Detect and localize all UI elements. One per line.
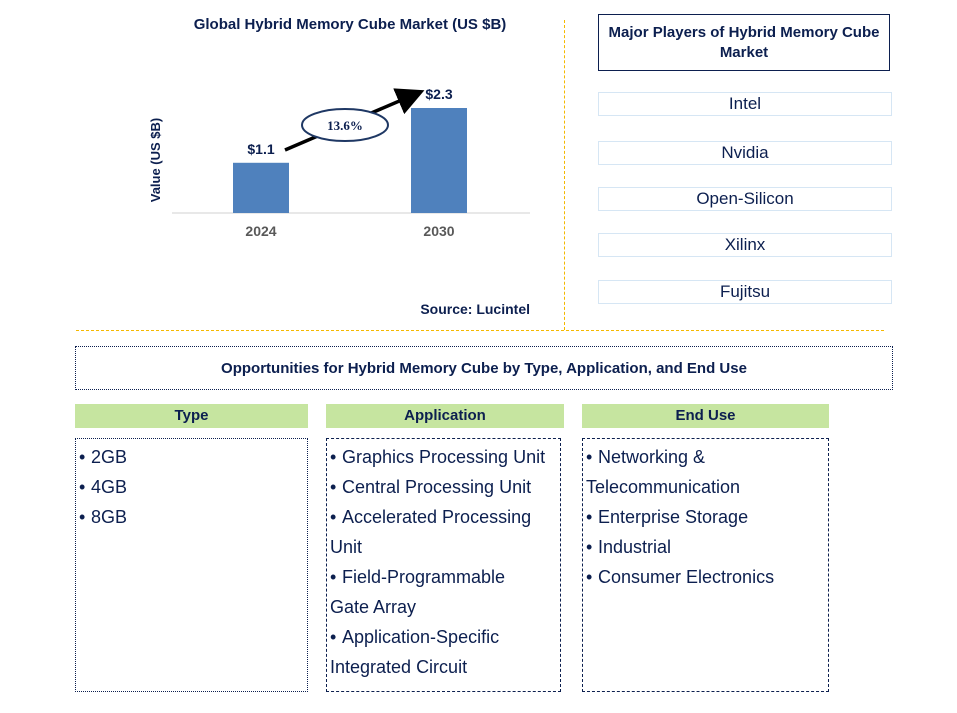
list-item: • Graphics Processing Unit <box>330 442 560 472</box>
x-tick-label: 2030 <box>423 223 454 239</box>
x-tick-label: 2024 <box>245 223 276 239</box>
list-item: Unit <box>330 537 363 557</box>
data-label: $2.3 <box>425 86 452 102</box>
column-list-type: • 2GB • 4GB • 8GB <box>75 438 308 692</box>
bullet-icon: • <box>586 447 593 467</box>
bullet-icon: • <box>330 627 337 647</box>
list-item: • Industrial <box>586 532 828 562</box>
bar-chart: Value (US $B) $1.1 2024 $2.3 2030 13.6% <box>148 86 530 239</box>
source-label: Source: Lucintel <box>420 301 530 317</box>
player-xilinx: Xilinx <box>598 233 892 257</box>
chart-title: Global Hybrid Memory Cube Market (US $B) <box>193 16 507 33</box>
list-item: • Consumer Electronics <box>586 562 828 592</box>
player-nvidia: Nvidia <box>598 141 892 165</box>
column-header-end-use: End Use <box>582 404 829 428</box>
vertical-divider <box>564 20 565 330</box>
horizontal-divider <box>76 330 884 331</box>
list-item: • Central Processing Unit <box>330 472 560 502</box>
column-list-end-use: • Networking & Telecommunication • Enterpris… <box>582 438 829 692</box>
list-item: Gate Array <box>330 597 417 617</box>
player-fujitsu: Fujitsu <box>598 280 892 304</box>
list-item: • Networking & <box>586 442 828 472</box>
list-item: Integrated Circuit <box>330 657 468 677</box>
list-item: • 8GB <box>79 502 307 532</box>
bullet-icon: • <box>79 507 86 527</box>
opportunities-title: Opportunities for Hybrid Memory Cube by … <box>75 346 893 390</box>
list-item: • Application-Specific <box>330 622 560 652</box>
bullet-icon: • <box>330 477 337 497</box>
column-header-type: Type <box>75 404 308 428</box>
y-axis-label: Value (US $B) <box>148 118 163 203</box>
column-header-application: Application <box>326 404 564 428</box>
bullet-icon: • <box>330 447 337 467</box>
bar-2024 <box>233 162 289 213</box>
list-item: • 4GB <box>79 472 307 502</box>
bullet-icon: • <box>79 477 86 497</box>
list-item: • Enterprise Storage <box>586 502 828 532</box>
list-item: Telecommunication <box>586 477 741 497</box>
bullet-icon: • <box>586 537 593 557</box>
bullet-icon: • <box>586 507 593 527</box>
players-title: Major Players of Hybrid Memory Cube Mark… <box>598 14 890 71</box>
list-item: • 2GB <box>79 442 307 472</box>
player-open-silicon: Open-Silicon <box>598 187 892 211</box>
player-intel: Intel <box>598 92 892 116</box>
list-item: • Field-Programmable <box>330 562 560 592</box>
bullet-icon: • <box>79 447 86 467</box>
bullet-icon: • <box>330 507 337 527</box>
column-list-application: • Graphics Processing Unit • Central Proces… <box>326 438 561 692</box>
list-item: • Accelerated Processing <box>330 502 560 532</box>
bullet-icon: • <box>330 567 337 587</box>
bar-2030 <box>411 108 467 213</box>
data-label: $1.1 <box>247 141 274 157</box>
cagr-label: 13.6% <box>327 118 363 133</box>
bullet-icon: • <box>586 567 593 587</box>
